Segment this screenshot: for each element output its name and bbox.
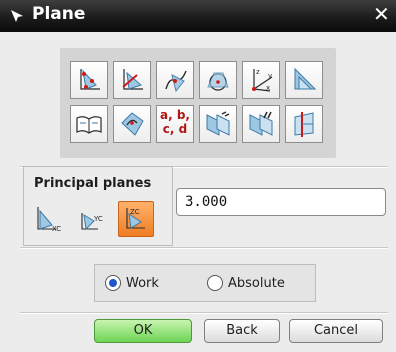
group-title: Principal planes [34,176,152,191]
dialog-body: z y x a, b, c, d Principal planes XC YC … [0,32,396,352]
radio-absolute[interactable]: Absolute [207,275,285,291]
close-icon[interactable]: ✕ [373,4,390,24]
plane-method-toolbar: z y x a, b, c, d [60,48,336,158]
yc-plane-icon[interactable]: YC [74,201,110,237]
two-lines-plane-icon[interactable] [242,105,280,143]
svg-text:ZC: ZC [130,208,140,216]
svg-text:z: z [256,68,260,76]
zc-plane-icon[interactable]: ZC [118,201,154,237]
svg-text:YC: YC [93,215,103,223]
curve-point-plane-icon[interactable] [156,61,194,99]
reference-radio-group: Work Absolute [94,264,316,302]
ok-button[interactable]: OK [94,319,192,343]
csys-plane-icon[interactable]: z y x [242,61,280,99]
bisector-plane-icon[interactable] [199,105,237,143]
tangent-plane-icon[interactable] [199,61,237,99]
cancel-button[interactable]: Cancel [289,319,383,343]
radio-unchecked-icon[interactable] [207,275,223,291]
view-plane-icon[interactable] [285,105,323,143]
separator [20,247,388,249]
principal-planes-group: Principal planes XC YC ZC [23,166,173,246]
distance-input[interactable] [176,188,386,216]
book-plane-icon[interactable] [70,105,108,143]
separator [20,312,388,314]
svg-text:XC: XC [52,225,61,233]
radio-checked-icon[interactable] [105,275,121,291]
svg-text:x: x [266,84,270,92]
cursor-arrow-icon [11,10,23,22]
radio-label: Absolute [228,275,285,291]
xc-plane-icon[interactable]: XC [30,201,66,237]
window-title: Plane [32,4,86,24]
radio-label: Work [126,275,159,291]
radio-work[interactable]: Work [105,275,159,291]
title-bar: Plane ✕ [0,0,396,32]
face-plane-icon[interactable] [113,105,151,143]
coefficients-plane-icon[interactable]: a, b, c, d [156,105,194,143]
point-direction-plane-icon[interactable] [113,61,151,99]
offset-plane-icon[interactable] [285,61,323,99]
back-button[interactable]: Back [204,319,280,343]
point-plane-icon[interactable] [70,61,108,99]
svg-text:y: y [268,72,272,80]
